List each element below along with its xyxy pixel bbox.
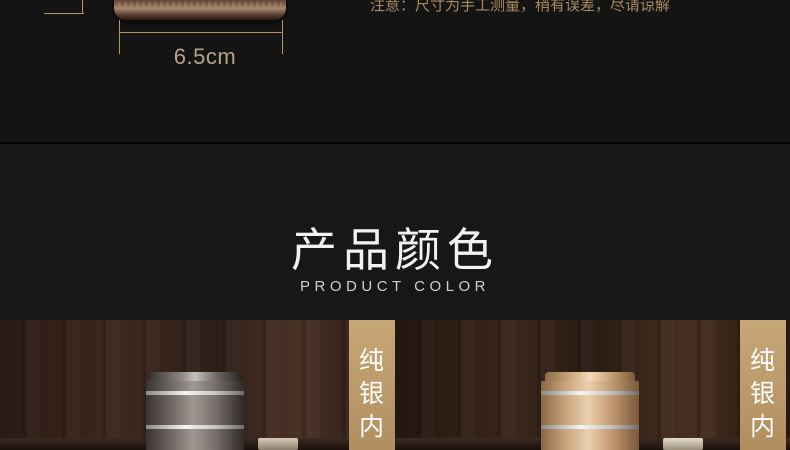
- dimension-tick-right: [282, 20, 283, 54]
- dimension-side-tick: [82, 0, 83, 14]
- cup-band: [541, 425, 639, 429]
- color-card-gray[interactable]: 纯 银 内: [0, 320, 395, 450]
- badge-char: 银: [749, 379, 776, 408]
- dimension-section: 6.5cm 注意：尺寸为手工测量，稍有误差，尽请谅解: [0, 0, 790, 142]
- color-card-gold[interactable]: 纯 银 内: [395, 320, 790, 450]
- badge-char: 纯: [358, 346, 385, 375]
- saucer-image: [258, 438, 298, 450]
- product-base-image: [114, 0, 286, 20]
- badge-char: 内: [358, 412, 385, 441]
- badge-char: 内: [749, 412, 776, 441]
- badge-char: 纯: [749, 346, 776, 375]
- silver-lining-badge: 纯 银 内: [740, 320, 786, 450]
- dimension-line: [119, 32, 283, 33]
- product-cup-gold: [541, 372, 639, 450]
- section-subtitle: PRODUCT COLOR: [300, 278, 490, 295]
- dimension-tick-left: [119, 20, 120, 54]
- cup-body: [146, 381, 244, 450]
- color-cards: 纯 银 内 纯 银 内: [0, 320, 790, 450]
- measurement-note: 注意：尺寸为手工测量，稍有误差，尽请谅解: [370, 0, 671, 14]
- silver-lining-badge: 纯 银 内: [349, 320, 395, 450]
- badge-char: 银: [358, 379, 385, 408]
- color-section: 产品颜色 PRODUCT COLOR: [0, 144, 790, 320]
- cup-body: [541, 381, 639, 450]
- cup-band: [146, 391, 244, 395]
- dimension-side-line: [44, 13, 84, 14]
- product-cup-gray: [146, 372, 244, 450]
- dimension-label: 6.5cm: [173, 44, 237, 69]
- cup-band: [541, 391, 639, 395]
- section-title: 产品颜色: [291, 223, 499, 277]
- cup-band: [146, 425, 244, 429]
- saucer-image: [663, 438, 703, 450]
